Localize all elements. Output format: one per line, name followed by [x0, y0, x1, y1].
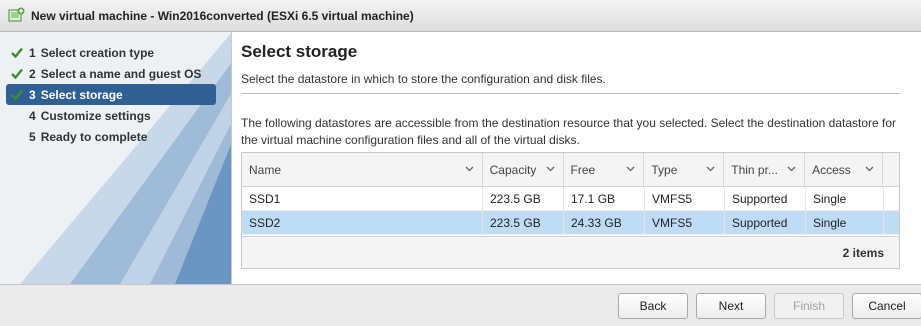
cell-capacity: 223.5 GB [483, 211, 564, 234]
new-vm-icon [8, 7, 25, 24]
cell-thin: Supported [725, 187, 806, 210]
header-spacer [883, 153, 899, 186]
step-spacer [10, 130, 24, 144]
wizard-step-3[interactable]: 3 Select storage [6, 84, 216, 105]
cell-name: SSD2 [242, 211, 483, 234]
chevron-down-icon[interactable] [465, 166, 474, 172]
wizard-step-4[interactable]: 4 Customize settings [6, 105, 216, 126]
column-label: Access [812, 162, 851, 177]
chevron-down-icon[interactable] [865, 166, 874, 172]
window-title: New virtual machine - Win2016converted (… [31, 8, 414, 23]
finish-button[interactable]: Finish [774, 293, 844, 319]
cell-free: 24.33 GB [564, 211, 645, 234]
wizard-footer: Back Next Finish Cancel [0, 284, 921, 326]
table-footer: 2 items [242, 236, 899, 268]
column-label: Thin pr... [731, 162, 778, 177]
wizard-step-2[interactable]: 2 Select a name and guest OS [6, 63, 216, 84]
divider [241, 93, 900, 94]
table-header: Name Capacity Free Type Thin pr... Acces… [242, 153, 899, 187]
chevron-down-icon[interactable] [787, 166, 796, 172]
step-number: 5 [29, 129, 36, 144]
column-header-access[interactable]: Access [805, 153, 884, 186]
step-label: Select storage [40, 87, 123, 102]
description-text: The following datastores are accessible … [241, 116, 897, 147]
step-number: 1 [29, 45, 36, 60]
window-titlebar: New virtual machine - Win2016converted (… [0, 0, 921, 32]
step-number: 4 [29, 108, 36, 123]
step-spacer [10, 109, 24, 123]
column-header-type[interactable]: Type [644, 153, 725, 186]
column-label: Name [249, 162, 282, 177]
checkmark-icon [10, 67, 24, 81]
step-label: Ready to complete [40, 129, 148, 144]
datastore-table: Name Capacity Free Type Thin pr... Acces… [241, 152, 900, 269]
column-label: Capacity [489, 162, 537, 177]
table-body: SSD1 223.5 GB 17.1 GB VMFS5 Supported Single S… [242, 187, 899, 235]
column-label: Free [570, 162, 596, 177]
back-button[interactable]: Back [618, 293, 688, 319]
cell-type: VMFS5 [645, 187, 725, 210]
table-row[interactable]: SSD1 223.5 GB 17.1 GB VMFS5 Supported Single [242, 187, 899, 211]
page-title: Select storage [241, 42, 358, 61]
step-label: Select a name and guest OS [40, 66, 202, 81]
checkmark-icon [10, 88, 24, 102]
cell-thin: Supported [725, 211, 806, 234]
cancel-button[interactable]: Cancel [852, 293, 921, 319]
next-button[interactable]: Next [696, 293, 766, 319]
cell-access: Single [806, 211, 884, 234]
cell-free: 17.1 GB [564, 187, 645, 210]
wizard-step-1[interactable]: 1 Select creation type [6, 42, 216, 63]
column-label: Type [651, 162, 678, 177]
column-header-thin-provisioning[interactable]: Thin pr... [724, 153, 806, 186]
wizard-steps: 1 Select creation type 2 Select a name and … [6, 42, 216, 147]
step-label: Select creation type [40, 45, 155, 60]
chevron-down-icon[interactable] [626, 166, 635, 172]
column-header-free[interactable]: Free [564, 153, 645, 186]
cell-type: VMFS5 [645, 211, 725, 234]
wizard-sidebar: 1 Select creation type 2 Select a name and … [0, 32, 232, 284]
cell-capacity: 223.5 GB [483, 187, 564, 210]
item-count: 2 items [842, 246, 884, 260]
step-number: 2 [29, 66, 36, 81]
table-row[interactable]: SSD2 223.5 GB 24.33 GB VMFS5 Supported Single [242, 211, 899, 235]
step-label: Customize settings [40, 108, 151, 123]
main-content: Select storage Select the datastore in w… [241, 32, 913, 284]
cell-name: SSD1 [242, 187, 483, 210]
chevron-down-icon[interactable] [546, 166, 555, 172]
chevron-down-icon[interactable] [706, 166, 715, 172]
column-header-name[interactable]: Name [242, 153, 483, 186]
column-header-capacity[interactable]: Capacity [483, 153, 564, 186]
step-number: 3 [29, 87, 36, 102]
checkmark-icon [10, 46, 24, 60]
cell-access: Single [806, 187, 884, 210]
page-subtitle: Select the datastore in which to store t… [241, 72, 606, 86]
wizard-step-5[interactable]: 5 Ready to complete [6, 126, 216, 147]
